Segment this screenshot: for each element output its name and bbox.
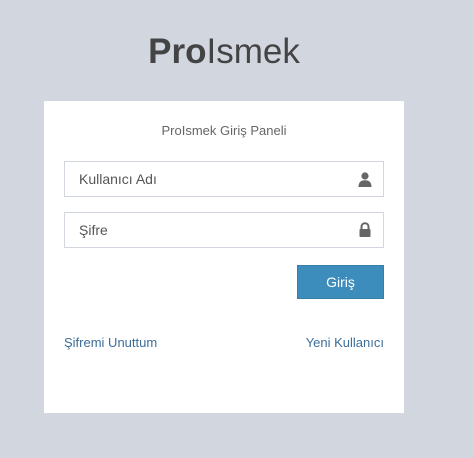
lock-icon: [357, 222, 373, 238]
login-panel: ProIsmek Giriş Paneli Giriş Şifremi Unut…: [44, 101, 404, 413]
user-icon: [357, 171, 373, 187]
logo-light-part: Ismek: [206, 32, 300, 71]
password-input[interactable]: [65, 213, 349, 247]
app-logo: ProIsmek: [0, 30, 448, 74]
logo-bold-part: Pro: [148, 32, 207, 71]
username-input[interactable]: [65, 162, 349, 196]
forgot-password-link[interactable]: Şifremi Unuttum: [64, 335, 157, 350]
username-field[interactable]: [64, 161, 384, 197]
login-button[interactable]: Giriş: [297, 265, 384, 299]
password-field[interactable]: [64, 212, 384, 248]
new-user-link[interactable]: Yeni Kullanıcı: [306, 335, 384, 350]
login-panel-title: ProIsmek Giriş Paneli: [161, 123, 287, 138]
